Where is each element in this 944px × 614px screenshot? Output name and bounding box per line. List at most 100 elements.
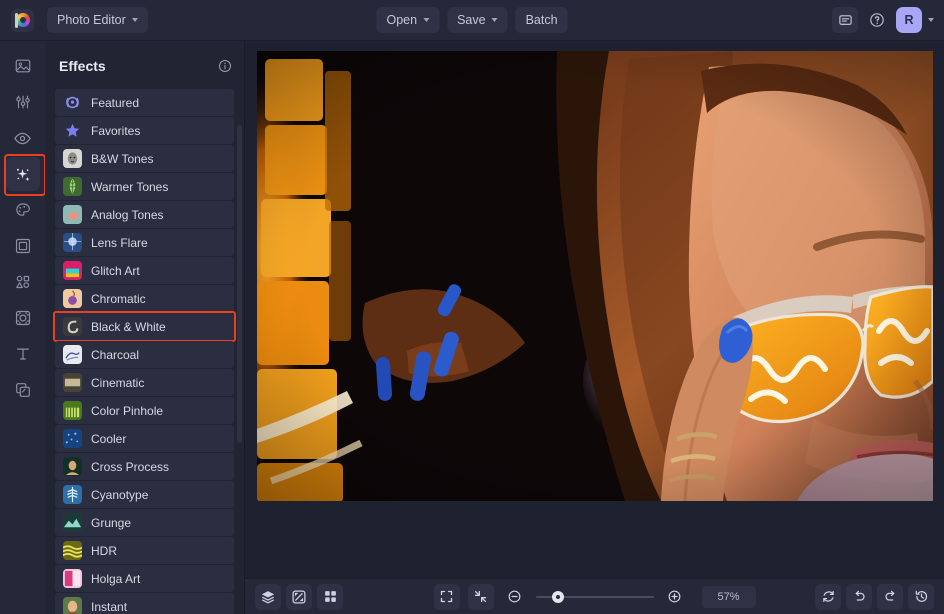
sidebar-item-effects[interactable] (3, 154, 46, 196)
user-avatar[interactable]: R (896, 7, 922, 33)
blue-sparkle (63, 429, 82, 448)
photo-content (256, 51, 933, 501)
help-button[interactable] (864, 7, 890, 33)
fit-screen-button[interactable] (433, 583, 460, 610)
history-icon (915, 590, 927, 602)
sliders-icon (15, 95, 30, 109)
bw-face (63, 149, 82, 168)
sidebar-item-shapes[interactable] (6, 265, 40, 299)
list-item[interactable]: Color Pinhole (55, 397, 234, 424)
list-item-label: Grunge (91, 515, 132, 530)
sidebar-item-text[interactable] (6, 337, 40, 371)
green-leaf (63, 177, 82, 196)
photo-editor-app: Photo Editor Open Save Batch R Effects F… (0, 0, 944, 614)
list-item-label: Charcoal (91, 347, 140, 362)
image-icon (15, 59, 30, 73)
list-item-label: Black & White (91, 319, 166, 334)
canvas-viewport[interactable] (245, 41, 944, 578)
collapse-button[interactable] (467, 583, 494, 610)
list-item-label: Warmer Tones (91, 179, 169, 194)
avatar-initial: R (904, 13, 914, 27)
info-button[interactable] (218, 59, 232, 73)
list-item-label: Cooler (91, 431, 127, 446)
sidebar-item-layers[interactable] (6, 373, 40, 407)
layers-button[interactable] (255, 583, 281, 610)
bw-swirl (63, 317, 82, 336)
chat-bubble-icon (838, 14, 852, 26)
list-item[interactable]: Cooler (55, 425, 234, 452)
laurel-icon (63, 93, 82, 112)
list-item-label: B&W Tones (91, 151, 154, 166)
list-item[interactable]: Cinematic (55, 369, 234, 396)
yellow-field (63, 541, 82, 560)
compare-button[interactable] (286, 583, 312, 610)
reset-button[interactable] (815, 583, 841, 610)
sidebar-item-adjust[interactable] (6, 85, 40, 119)
logo-icon (11, 8, 34, 32)
list-item[interactable]: Lens Flare (55, 229, 234, 256)
history-button[interactable] (908, 583, 934, 610)
feedback-button[interactable] (832, 7, 858, 33)
list-item[interactable]: Favorites (55, 117, 234, 144)
list-item[interactable]: Analog Tones (55, 201, 234, 228)
list-item[interactable]: HDR (55, 537, 234, 564)
open-button[interactable]: Open (376, 7, 440, 33)
info-circle-icon (218, 59, 232, 73)
list-item[interactable]: Glitch Art (55, 257, 234, 284)
list-item[interactable]: Chromatic (55, 285, 234, 312)
sparkles-icon (16, 168, 30, 181)
page-title: Effects (59, 58, 106, 74)
list-item[interactable]: Featured (55, 89, 234, 116)
list-item[interactable]: Warmer Tones (55, 173, 234, 200)
app-switcher-button[interactable]: Photo Editor (47, 7, 148, 33)
zoom-slider[interactable] (535, 590, 654, 603)
zoom-out-button[interactable] (502, 584, 528, 610)
list-item[interactable]: Instant (55, 593, 234, 614)
view-tools-group (255, 583, 343, 610)
sidebar-item-image[interactable] (6, 49, 40, 83)
sidebar-item-overlays[interactable] (6, 301, 40, 335)
list-item[interactable]: B&W Tones (55, 145, 234, 172)
undo-button[interactable] (846, 583, 872, 610)
text-icon (16, 348, 29, 360)
list-item[interactable]: Charcoal (55, 341, 234, 368)
sidebar-item-frames[interactable] (6, 229, 40, 263)
instant-face (63, 597, 82, 614)
redo-button[interactable] (877, 583, 903, 610)
grid-button[interactable] (317, 583, 343, 610)
batch-button[interactable]: Batch (515, 7, 568, 33)
zoom-in-button[interactable] (662, 584, 688, 610)
list-item-label: HDR (91, 543, 117, 558)
list-item-label: Cinematic (91, 375, 145, 390)
save-button[interactable]: Save (447, 7, 508, 33)
list-item[interactable]: Cyanotype (55, 481, 234, 508)
effects-panel-header: Effects (45, 49, 244, 83)
edited-photo[interactable] (256, 51, 933, 501)
list-item-label: Favorites (91, 123, 141, 138)
list-item[interactable]: Grunge (55, 509, 234, 536)
zoom-level-value[interactable]: 57% (701, 585, 756, 608)
effects-scrollbar[interactable] (237, 125, 242, 443)
list-item-label: Cyanotype (91, 487, 149, 502)
app-logo[interactable] (0, 8, 45, 32)
list-item-label: Color Pinhole (91, 403, 164, 418)
palette-icon (15, 203, 30, 216)
flamingo (63, 205, 82, 224)
zoom-out-icon (508, 590, 521, 603)
account-chevron-down-icon[interactable] (928, 18, 934, 22)
zoom-slider-handle[interactable] (551, 590, 564, 603)
layers-icon (261, 590, 275, 603)
chevron-down-icon (423, 18, 430, 22)
undo-icon (855, 590, 865, 601)
list-item[interactable]: Holga Art (55, 565, 234, 592)
list-item-label: Glitch Art (91, 263, 140, 278)
list-item[interactable]: Cross Process (55, 453, 234, 480)
list-item[interactable]: Black & White (53, 311, 236, 342)
sidebar-item-retouch[interactable] (6, 121, 40, 155)
eye-icon (14, 132, 31, 144)
app-body: Effects Featured Favorites B&W Tones Warmer… (0, 41, 944, 614)
sidebar-item-paint[interactable] (6, 193, 40, 227)
shapes-icon (15, 275, 29, 289)
overlay-icon (15, 310, 30, 326)
effects-list-container[interactable]: Featured Favorites B&W Tones Warmer Tones An… (45, 83, 244, 614)
